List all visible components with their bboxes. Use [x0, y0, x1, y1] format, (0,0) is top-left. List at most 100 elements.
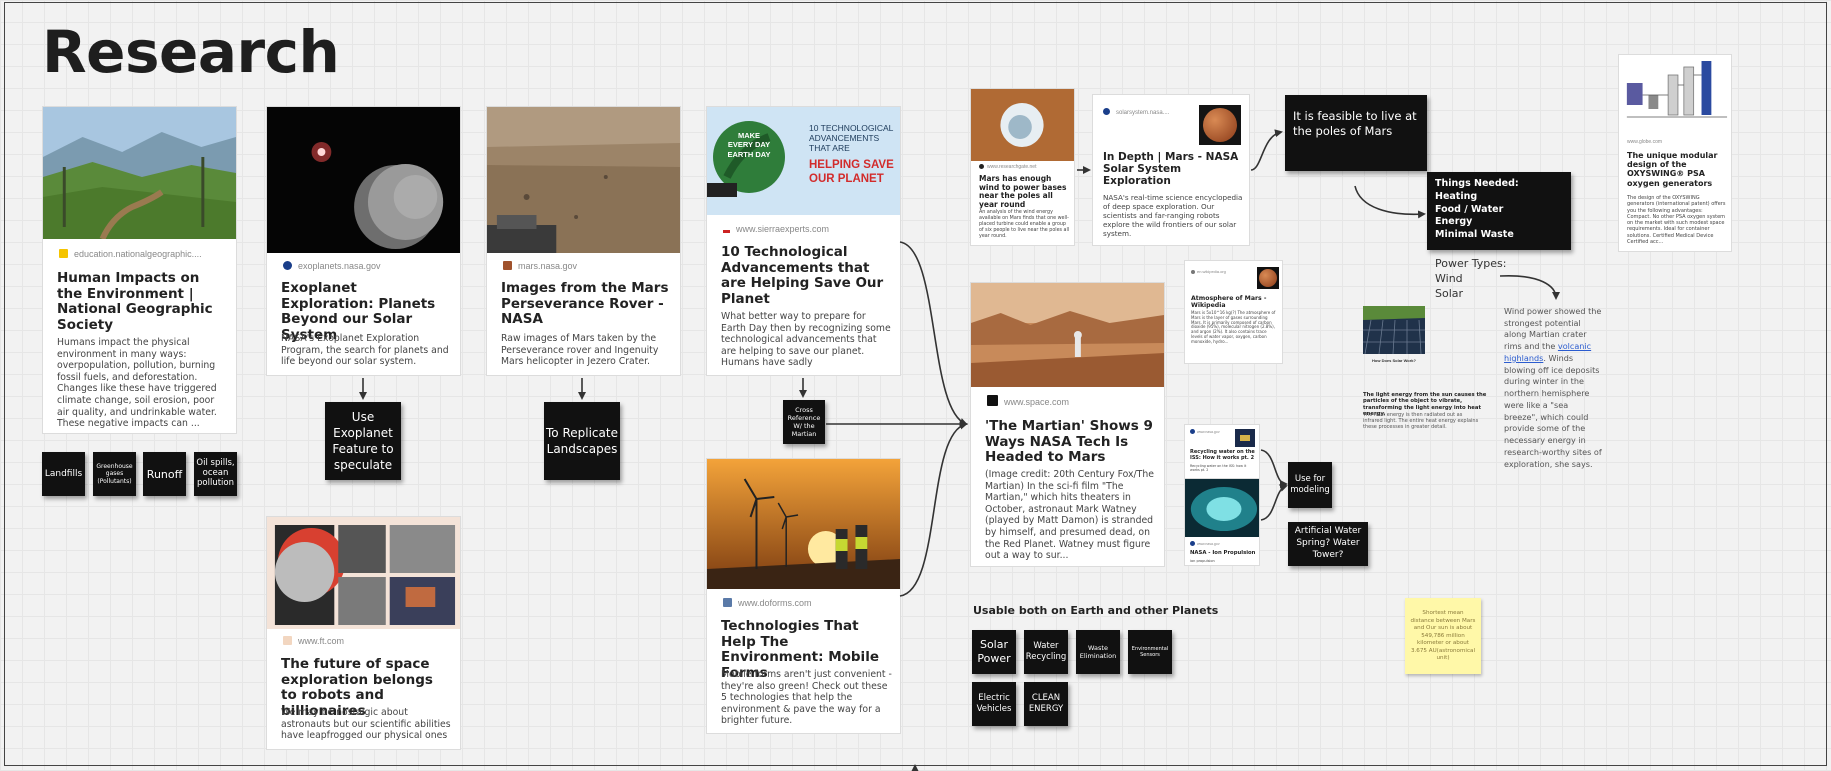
card-description: Humans impact the physical environment i…: [57, 337, 217, 430]
card-title[interactable]: Recycling water on the ISS: How it works…: [1190, 449, 1256, 462]
sticky-clean-energy[interactable]: CLEAN ENERGY: [1024, 682, 1068, 726]
mars-planet-icon: [1203, 108, 1237, 142]
card-description: (Image credit: 20th Century Fox/The Mart…: [985, 469, 1154, 562]
card-description: What better way to prepare for Earth Day…: [721, 311, 891, 369]
card-sierra[interactable]: MAKE EVERY DAY EARTH DAY 10 TECHNOLOGICA…: [706, 106, 901, 376]
ft-favicon-icon: [283, 636, 292, 645]
card-title[interactable]: NASA - Ion Propulsion: [1190, 550, 1256, 556]
card-doforms[interactable]: www.doforms.com Technologies That Help T…: [706, 458, 901, 734]
mars-pole-image: [971, 89, 1074, 161]
martian-desert-image: [971, 283, 1164, 387]
sticky-environmental-sensors[interactable]: Environmental Sensors: [1128, 630, 1172, 674]
yellow-sticky-note[interactable]: Shortest mean distance between Mars and …: [1405, 598, 1481, 674]
card-title[interactable]: 10 Technological Advancements that are H…: [721, 244, 893, 307]
card-source: en.wikipedia.org: [1197, 269, 1226, 274]
card-title[interactable]: 'The Martian' Shows 9 Ways NASA Tech Is …: [985, 418, 1157, 466]
doforms-favicon-icon: [723, 598, 732, 607]
card-description: NASA's Exoplanet Exploration Program, th…: [281, 333, 449, 368]
sticky-use-exoplanet-feature[interactable]: Use Exoplanet Feature to speculate: [325, 402, 401, 480]
card-source: www.nasa.gov: [1197, 430, 1220, 434]
sticky-landfills[interactable]: Landfills: [42, 452, 85, 496]
nasa-favicon-icon: [1103, 108, 1110, 115]
landscape-image: [43, 107, 236, 239]
card-title[interactable]: Human Impacts on the Environment | Natio…: [57, 270, 227, 333]
board-title: Research: [42, 18, 340, 86]
card-mars-wind[interactable]: www.researchgate.net Mars has enough win…: [970, 88, 1075, 246]
rg-favicon-icon: [979, 164, 984, 169]
sierra-favicon-icon: [723, 230, 730, 233]
yellow-note-text: Shortest mean distance between Mars and …: [1410, 610, 1476, 662]
mars-planet-icon: [1259, 269, 1277, 287]
wikipedia-favicon-icon: [1191, 270, 1195, 274]
sticky-feasible-poles[interactable]: It is feasible to live at the poles of M…: [1285, 95, 1427, 171]
card-natgeo[interactable]: education.nationalgeographic.... Human I…: [42, 106, 237, 434]
card-ion-propulsion[interactable]: www.nasa.gov NASA - Ion Propulsion ion p…: [1184, 478, 1260, 566]
card-atmosphere[interactable]: en.wikipedia.org Atmosphere of Mars - Wi…: [1184, 260, 1283, 364]
sticky-replicate-landscapes[interactable]: To Replicate Landscapes: [544, 402, 620, 480]
banner-red-text: HELPING SAVE OUR PLANET: [809, 159, 894, 185]
sticky-waste-elimination[interactable]: Waste Elimination: [1076, 630, 1120, 674]
sticky-things-needed[interactable]: Things Needed: Heating Food / Water Ener…: [1427, 172, 1571, 250]
banner-left-text: MAKE EVERY DAY EARTH DAY: [727, 131, 771, 159]
card-source: solarsystem.nasa....: [1116, 110, 1170, 116]
card-description: NASA's real-time science encyclopedia of…: [1103, 193, 1243, 238]
card-source: www.nasa.gov: [1197, 542, 1220, 546]
banner-top-text: 10 TECHNOLOGICAL ADVANCEMENTS THAT ARE: [809, 123, 894, 154]
card-source: mars.nasa.gov: [518, 261, 578, 271]
oxygen-generator-diagram: [1619, 55, 1731, 131]
space-favicon-icon: [987, 395, 998, 406]
sticky-cross-reference[interactable]: Cross Reference W/ the Martian: [783, 400, 825, 444]
solar-panel-image: [1363, 306, 1425, 354]
sticky-oil-spills[interactable]: Oil spills, ocean pollution: [194, 452, 237, 496]
card-exoplanet[interactable]: exoplanets.nasa.gov Exoplanet Exploratio…: [266, 106, 461, 376]
natgeo-favicon-icon: [59, 249, 68, 258]
sticky-electric-vehicles[interactable]: Electric Vehicles: [972, 682, 1016, 726]
power-types-note[interactable]: Power Types: Wind Solar: [1435, 256, 1506, 302]
sticky-runoff[interactable]: Runoff: [143, 452, 186, 496]
usable-heading: Usable both on Earth and other Planets: [973, 604, 1219, 617]
earth-day-banner: MAKE EVERY DAY EARTH DAY 10 TECHNOLOGICA…: [707, 107, 900, 215]
card-title[interactable]: The unique modular design of the OXYSWIN…: [1627, 151, 1727, 188]
card-description: Raw images of Mars taken by the Persever…: [501, 333, 659, 368]
card-oxyswing[interactable]: www.globe.com The unique modular design …: [1618, 54, 1732, 252]
wind-turbines-image: [707, 459, 900, 589]
card-perseverance[interactable]: mars.nasa.gov Images from the Mars Perse…: [486, 106, 681, 376]
card-title[interactable]: Atmosphere of Mars - Wikipedia: [1191, 295, 1279, 309]
card-indepth-mars[interactable]: solarsystem.nasa.... In Depth | Mars - N…: [1092, 94, 1250, 246]
exoplanet-image: [267, 107, 460, 253]
solar-panel-item[interactable]: How Does Solar Work? The light energy fr…: [1363, 306, 1491, 436]
card-title[interactable]: Mars has enough wind to power bases near…: [979, 174, 1071, 210]
iss-thumbnail: [1235, 429, 1255, 447]
card-source: exoplanets.nasa.gov: [298, 261, 381, 271]
solar-caption: The heat energy is then radiated out as …: [1363, 412, 1479, 430]
card-martian[interactable]: www.space.com 'The Martian' Shows 9 Ways…: [970, 282, 1165, 567]
space-collage-image: [267, 517, 460, 629]
mars-thumbnail: [1257, 267, 1279, 289]
card-description: The design of the OXYSWING generators (i…: [1627, 195, 1726, 245]
card-description: Mars is 5x10^16 kg(?) The atmosphere of …: [1191, 310, 1276, 344]
sticky-artificial-water-spring[interactable]: Artificial Water Spring? Water Tower?: [1288, 522, 1368, 566]
card-source: www.ft.com: [298, 636, 345, 646]
card-ft[interactable]: www.ft.com The future of space explorati…: [266, 516, 461, 750]
nasa-favicon-icon: [1190, 541, 1195, 546]
iss-icon: [1240, 435, 1250, 441]
card-source: www.space.com: [1004, 397, 1070, 407]
card-description: We may be nostalgic about astronauts but…: [281, 707, 451, 742]
card-title[interactable]: Images from the Mars Perseverance Rover …: [501, 280, 673, 328]
sticky-water-recycling[interactable]: Water Recycling: [1024, 630, 1068, 674]
card-source: www.globe.com: [1627, 139, 1663, 145]
nasa-favicon-icon: [283, 261, 292, 270]
card-water-recycling[interactable]: www.nasa.gov Recycling water on the ISS:…: [1184, 424, 1260, 480]
whiteboard-canvas[interactable]: Research education.nationalgeographic...…: [0, 0, 1831, 771]
sticky-greenhouse-gases[interactable]: Greenhouse gases (Pollutants): [93, 452, 136, 496]
solar-caption-title: How Does Solar Work?: [1372, 358, 1416, 363]
card-source: www.sierraexperts.com: [736, 224, 830, 234]
sticky-solar-power[interactable]: Solar Power: [972, 630, 1016, 674]
card-description: An analysis of the wind energy available…: [979, 210, 1070, 239]
wind-power-note[interactable]: Wind power showed the strongest potentia…: [1504, 306, 1604, 470]
card-description: Recycling water on the ISS: how it works…: [1190, 464, 1247, 473]
card-title[interactable]: In Depth | Mars - NASA Solar System Expl…: [1103, 151, 1243, 187]
card-source: www.researchgate.net: [987, 164, 1037, 170]
mars-rover-image: [487, 107, 680, 253]
sticky-use-for-modeling[interactable]: Use for modeling: [1288, 462, 1332, 508]
